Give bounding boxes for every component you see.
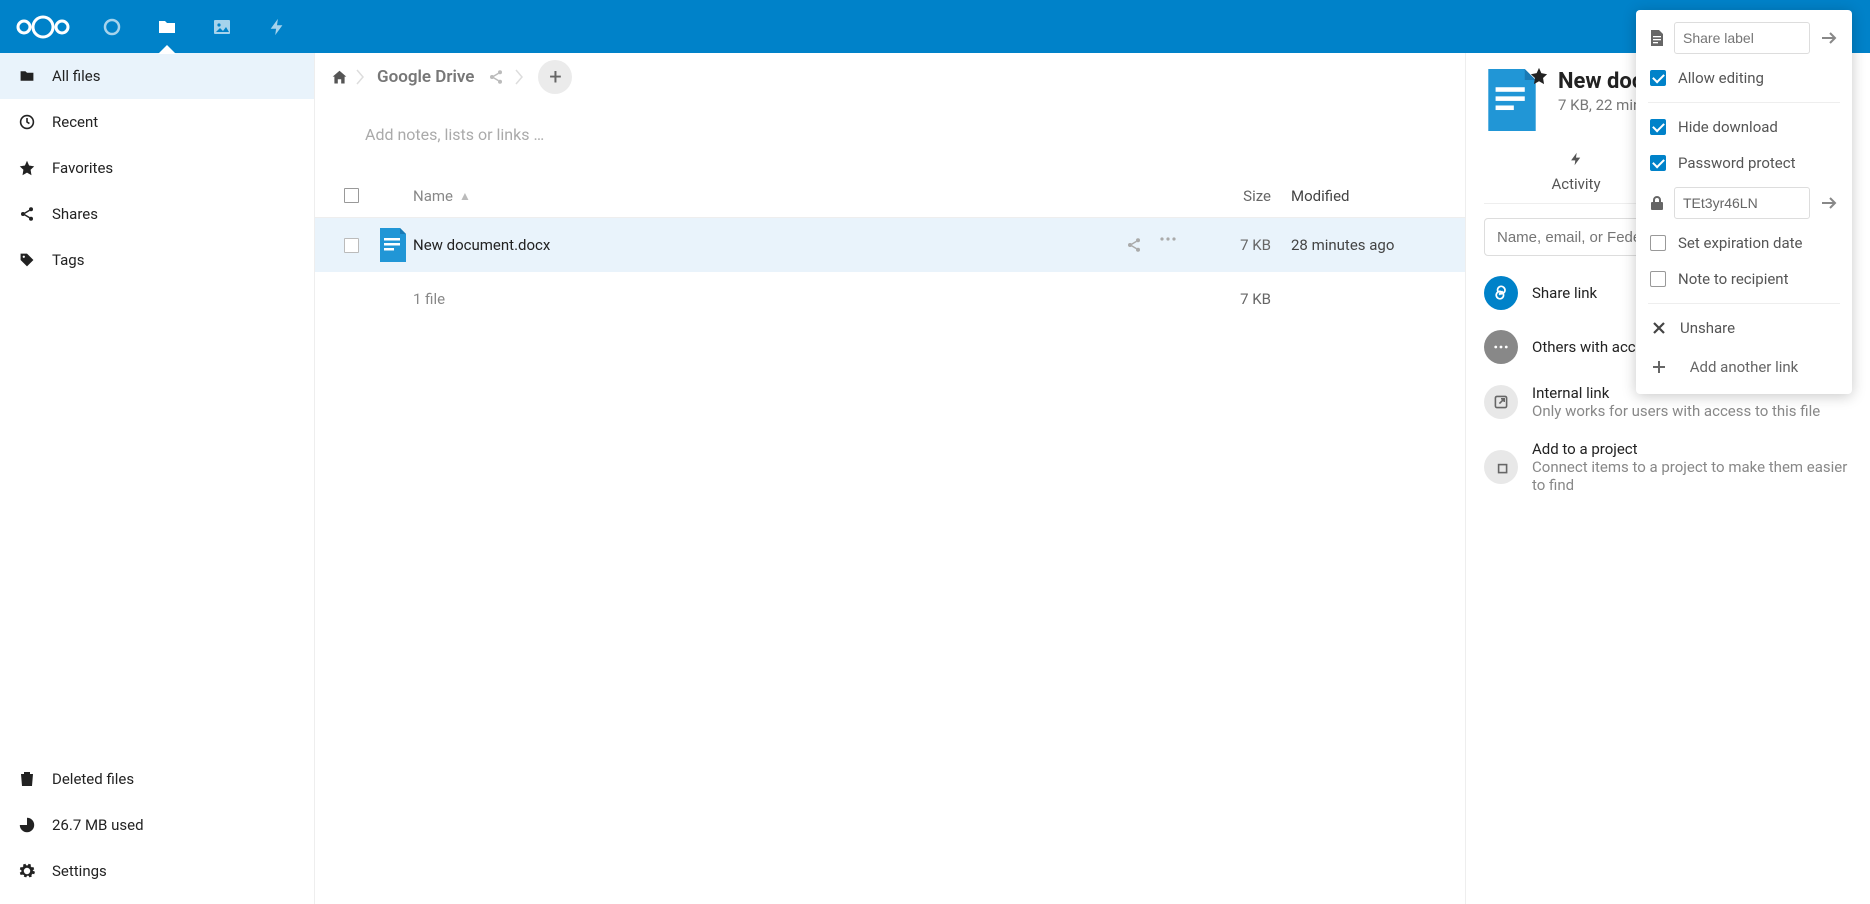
share-link-popover: Allow editing Hide download Password pro… [1636, 10, 1852, 394]
file-name[interactable]: New document.docx [413, 236, 1111, 254]
sidebar-item-all-files[interactable]: All files [0, 53, 314, 99]
sidebar-item-label: Favorites [52, 159, 113, 177]
sidebar-item-quota[interactable]: 26.7 MB used [0, 802, 314, 848]
plus-icon [1650, 360, 1668, 374]
app-header [0, 0, 1870, 53]
sidebar-item-shares[interactable]: Shares [0, 191, 314, 237]
unshare-option[interactable]: Unshare [1636, 310, 1852, 346]
details-file-icon [1484, 69, 1544, 129]
password-protect-option[interactable]: Password protect [1636, 145, 1852, 181]
sidebar-item-label: Deleted files [52, 770, 134, 788]
checkbox-checked-icon[interactable] [1650, 155, 1666, 171]
breadcrumb: Google Drive + [315, 53, 1465, 101]
sidebar-item-settings[interactable]: Settings [0, 848, 314, 894]
header-modified[interactable]: Modified [1291, 187, 1451, 205]
header-name[interactable]: Name ▲ [373, 187, 1111, 205]
more-icon [1484, 330, 1518, 364]
folder-icon [18, 68, 36, 84]
nav-dashboard[interactable] [84, 0, 139, 53]
allow-editing-option[interactable]: Allow editing [1636, 60, 1852, 96]
table-header: Name ▲ Size Modified [315, 174, 1465, 218]
select-all-checkbox[interactable] [344, 188, 359, 203]
submit-arrow-icon[interactable] [1818, 31, 1840, 45]
set-expiration-option[interactable]: Set expiration date [1636, 225, 1852, 261]
sidebar-item-label: Shares [52, 205, 98, 223]
breadcrumb-folder[interactable]: Google Drive [371, 67, 480, 87]
header-size[interactable]: Size [1191, 187, 1291, 205]
password-input[interactable] [1674, 187, 1810, 219]
sidebar-item-favorites[interactable]: Favorites [0, 145, 314, 191]
sidebar-item-label: Settings [52, 862, 107, 880]
notes-input[interactable]: Add notes, lists or links … [315, 101, 1465, 174]
share-icon [18, 206, 36, 222]
sidebar-item-recent[interactable]: Recent [0, 99, 314, 145]
sidebar-item-label: Recent [52, 113, 98, 131]
summary-count: 1 file [413, 290, 1111, 308]
checkbox-icon[interactable] [1650, 235, 1666, 251]
duplicate-icon: ="10"/> [1484, 450, 1518, 484]
activity-icon [1569, 151, 1583, 169]
breadcrumb-share-icon[interactable] [484, 65, 508, 89]
sidebar-item-deleted[interactable]: Deleted files [0, 756, 314, 802]
link-icon [1484, 276, 1518, 310]
sidebar: All files Recent Favorites Shares Tags D… [0, 53, 314, 904]
share-label-input[interactable] [1674, 22, 1810, 54]
note-to-recipient-option[interactable]: Note to recipient [1636, 261, 1852, 297]
clock-icon [18, 114, 36, 130]
document-icon [1648, 30, 1666, 46]
lock-icon [1648, 196, 1666, 210]
table-summary: 1 file 7 KB [315, 272, 1465, 326]
new-button[interactable]: + [538, 60, 572, 94]
sidebar-item-tags[interactable]: Tags [0, 237, 314, 283]
checkbox-icon[interactable] [1650, 271, 1666, 287]
add-to-project-row[interactable]: ="10"/> Add to a project Connect items t… [1484, 430, 1852, 504]
external-link-icon [1484, 385, 1518, 419]
add-another-link[interactable]: Add another link [1636, 346, 1852, 384]
summary-size: 7 KB [1191, 290, 1291, 308]
pie-icon [18, 817, 36, 833]
checkbox-checked-icon[interactable] [1650, 119, 1666, 135]
table-row[interactable]: New document.docx 7 KB 28 minutes ago [315, 218, 1465, 272]
submit-arrow-icon[interactable] [1818, 196, 1840, 210]
file-modified: 28 minutes ago [1291, 236, 1451, 254]
star-icon [18, 160, 36, 176]
trash-icon [18, 771, 36, 787]
close-icon [1650, 321, 1668, 335]
sidebar-item-label: All files [52, 67, 100, 85]
chevron-right-icon [353, 65, 367, 89]
file-list-area: Google Drive + Add notes, lists or links… [314, 53, 1465, 904]
checkbox-checked-icon[interactable] [1650, 70, 1666, 86]
hide-download-option[interactable]: Hide download [1636, 109, 1852, 145]
file-type-icon [373, 228, 413, 262]
row-checkbox[interactable] [344, 238, 359, 253]
sidebar-bottom: Deleted files 26.7 MB used Settings [0, 756, 314, 904]
nav-photos[interactable] [194, 0, 249, 53]
nextcloud-logo[interactable] [12, 10, 74, 44]
sidebar-item-label: Tags [52, 251, 84, 269]
header-nav [84, 0, 304, 53]
row-more-icon[interactable] [1160, 237, 1176, 253]
nav-activity[interactable] [249, 0, 304, 53]
home-icon[interactable] [329, 67, 349, 87]
row-share-icon[interactable] [1126, 237, 1142, 253]
sort-asc-icon: ▲ [459, 189, 471, 203]
tag-icon [18, 252, 36, 268]
chevron-right-icon [512, 65, 526, 89]
gear-icon [18, 863, 36, 879]
file-size: 7 KB [1191, 236, 1291, 254]
favorite-star-icon[interactable] [1530, 67, 1548, 85]
sidebar-item-label: 26.7 MB used [52, 816, 144, 834]
nav-files[interactable] [139, 0, 194, 53]
